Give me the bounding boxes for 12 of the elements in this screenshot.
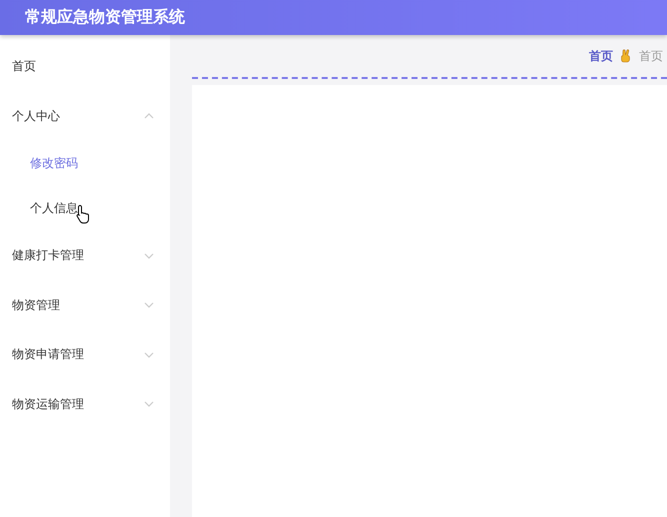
- menu-item[interactable]: 物资管理: [12, 296, 60, 314]
- menu-item[interactable]: 首页: [12, 58, 36, 76]
- hand-icon: [621, 49, 631, 63]
- app-title: 常规应急物资管理系统: [25, 7, 185, 28]
- menu-item[interactable]: 个人中心: [12, 108, 60, 125]
- menu-item[interactable]: 物资申请管理: [12, 346, 84, 364]
- menu-item[interactable]: 个人信息: [30, 200, 78, 217]
- menu-item[interactable]: 修改密码: [30, 155, 78, 172]
- menu-item[interactable]: 健康打卡管理: [12, 247, 84, 264]
- menu-item[interactable]: 物资运输管理: [12, 396, 84, 413]
- hand-cursor-icon: [76, 204, 90, 224]
- breadcrumb-link[interactable]: 首页: [589, 48, 613, 64]
